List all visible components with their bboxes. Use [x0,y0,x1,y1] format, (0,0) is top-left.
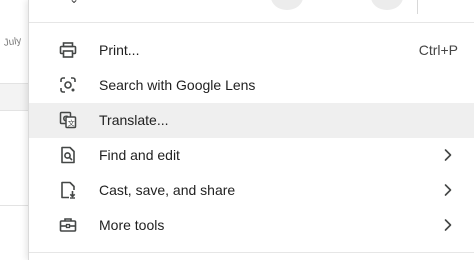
keyboard-shortcut: Ctrl+P [418,42,458,58]
chevron-right-icon [443,217,453,233]
svg-text:文: 文 [68,119,75,128]
zoom-in-button[interactable] [371,0,403,10]
background-divider [0,205,30,206]
chevron-right-icon [443,147,453,163]
background-column-label: July [3,35,23,49]
google-lens-icon [59,76,77,94]
chevron-right-icon [443,182,453,198]
menu-item-translate[interactable]: G 文 Translate... [29,103,474,138]
menu-item-label: More tools [99,217,165,233]
background-row-highlight [0,84,30,110]
background-page: July [0,0,30,260]
printer-icon [59,41,77,59]
translate-icon: G 文 [59,111,77,129]
menu-item-google-lens[interactable]: Search with Google Lens [29,68,474,103]
menu-item-label: Cast, save, and share [99,182,236,198]
toolbox-icon [59,216,77,234]
screen: July ⌄ Print... [0,0,474,260]
top-separator [417,0,418,14]
background-divider [0,110,30,111]
menu-item-label: Translate... [99,112,169,128]
menu-item-label: Print... [99,42,140,58]
find-page-icon [59,146,77,164]
background-divider [0,83,30,84]
chrome-main-menu: ⌄ Print... Ctrl+P [28,0,474,260]
menu-item-label: Search with Google Lens [99,77,256,93]
zoom-out-button[interactable] [271,0,303,10]
menu-item-cast-save-share[interactable]: Cast, save, and share [29,173,474,208]
menu-item-print[interactable]: Print... Ctrl+P [29,33,474,68]
fullscreen-icon[interactable] [433,0,459,8]
menu-divider [29,252,474,253]
cast-save-share-icon [59,181,77,199]
menu-item-label: Find and edit [99,147,180,163]
chevron-icon[interactable]: ⌄ [69,0,79,6]
menu-item-find-and-edit[interactable]: Find and edit [29,138,474,173]
menu-item-more-tools[interactable]: More tools [29,208,474,243]
menu-top-row: ⌄ [29,0,474,23]
